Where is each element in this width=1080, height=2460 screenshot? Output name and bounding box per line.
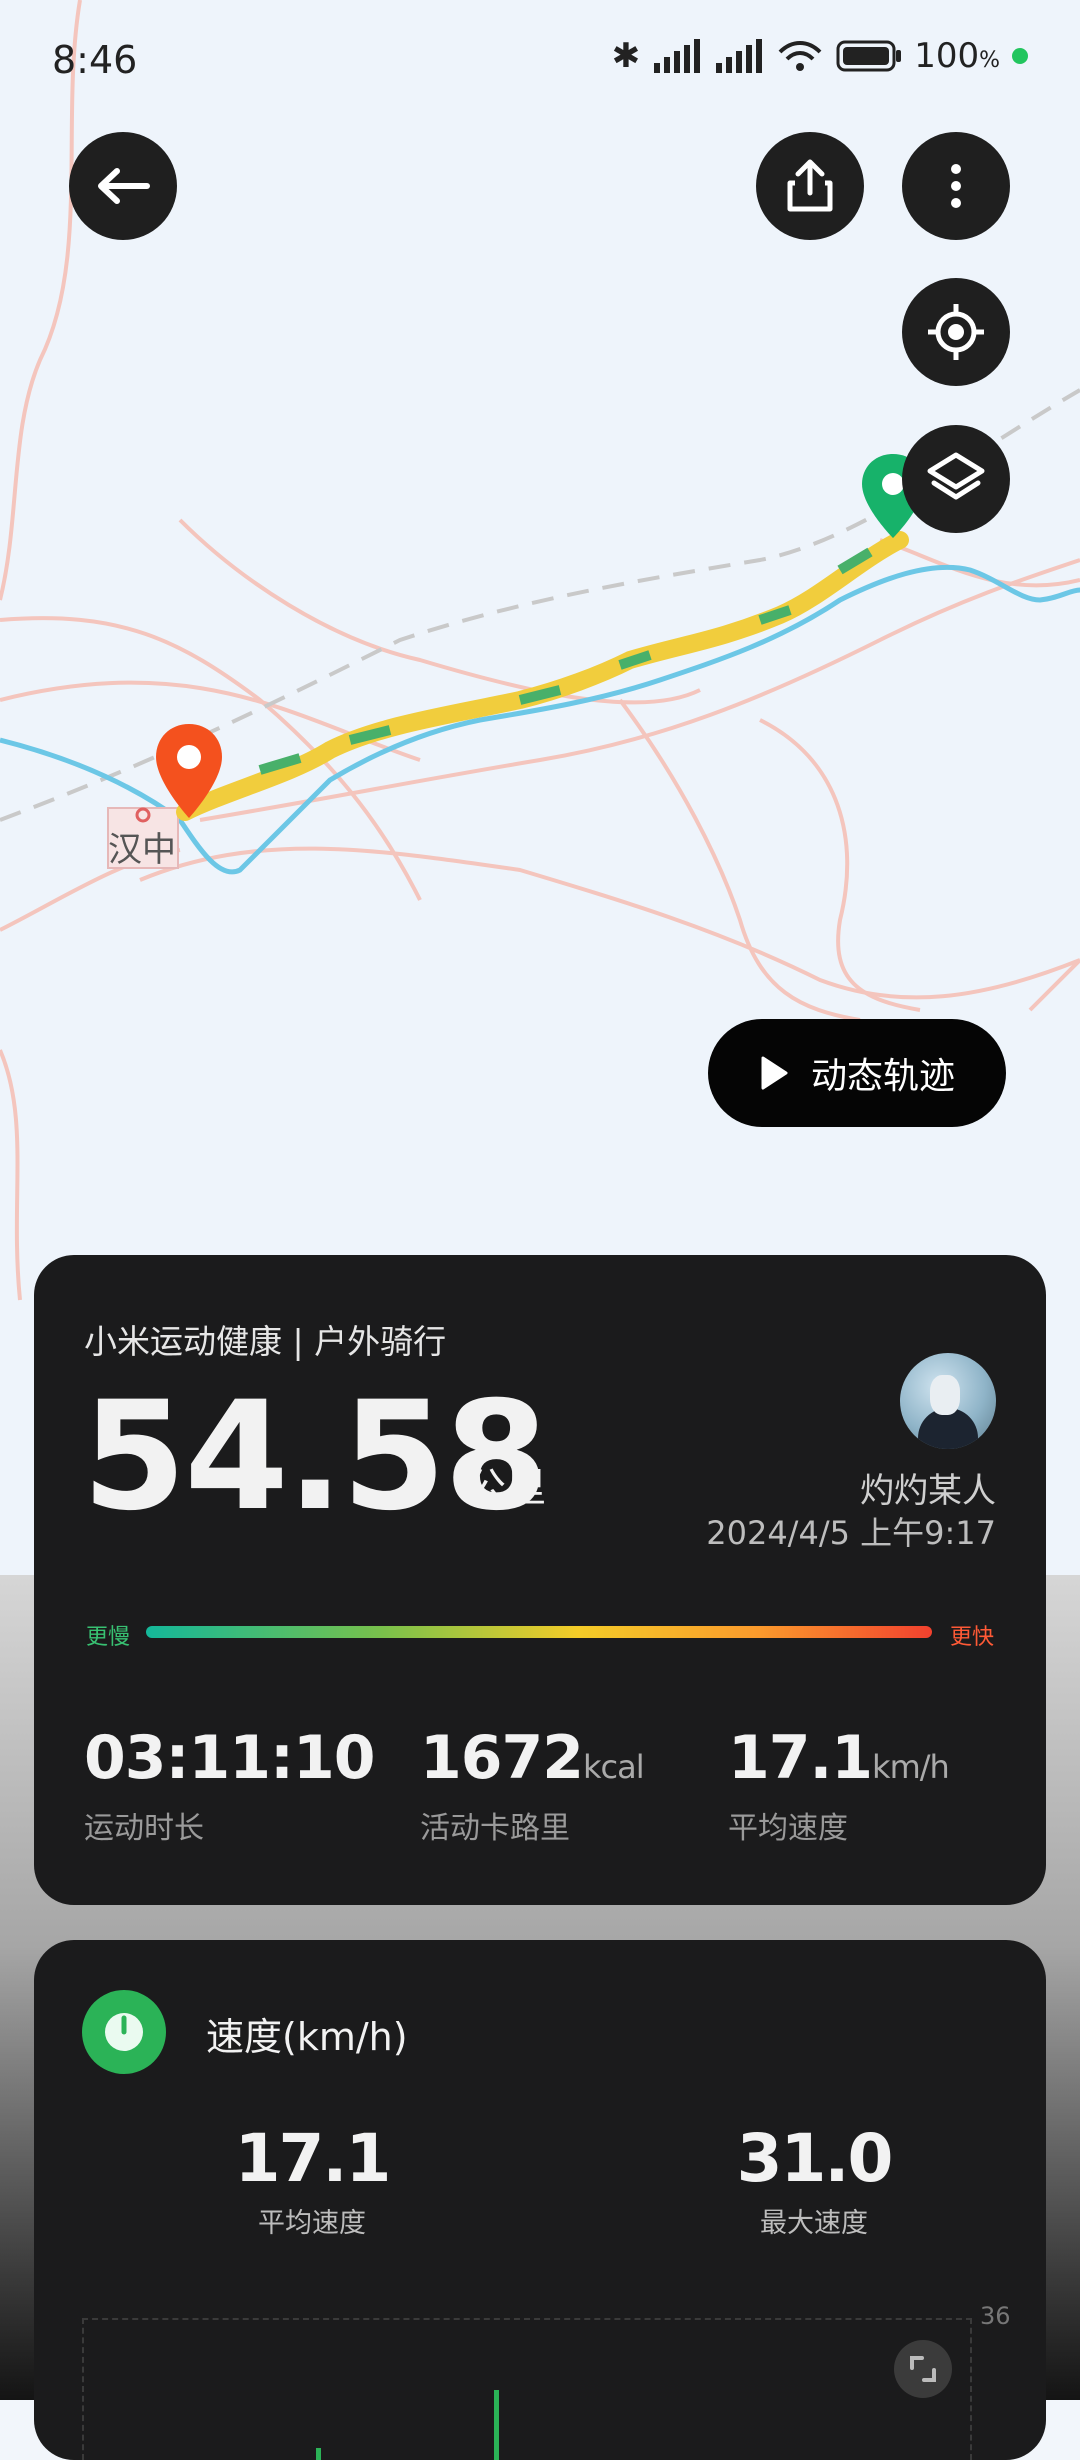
city-label: 汉中	[108, 830, 176, 870]
stat-unit: km/h	[872, 1748, 950, 1786]
share-button[interactable]	[756, 132, 864, 240]
play-icon	[761, 1056, 788, 1090]
legend-slower: 更慢	[86, 1625, 131, 1650]
map-road	[759, 718, 921, 1012]
share-icon	[787, 159, 833, 212]
route-fast-segments	[258, 547, 873, 775]
map-road	[618, 698, 861, 1022]
stat-duration: 03:11:10 运动时长	[84, 1723, 375, 1847]
stat-calories: 1672kcal 活动卡路里	[420, 1723, 645, 1847]
dynamic-track-label: 动态轨迹	[810, 1056, 955, 1097]
speed-chart[interactable]	[82, 2318, 972, 2460]
back-arrow-icon	[98, 168, 150, 204]
chart-max-tick: 36	[980, 2302, 1011, 2330]
layers-icon	[927, 452, 985, 500]
back-button[interactable]	[69, 132, 177, 240]
speed-card-title: 速度(km/h)	[206, 2015, 408, 2059]
speed-gradient-bar	[146, 1626, 932, 1638]
wifi-icon	[778, 41, 822, 71]
status-dot	[1012, 48, 1028, 64]
stat-unit: kcal	[583, 1748, 645, 1786]
bluetooth-icon: ✱	[611, 36, 641, 76]
stat-label: 平均速度	[728, 1811, 848, 1846]
map-road	[0, 1049, 22, 1301]
stat-value: 17.1	[728, 1723, 873, 1793]
speedometer-icon	[82, 1990, 166, 2074]
avg-speed-label: 平均速度	[258, 2208, 366, 2239]
battery-icon	[836, 40, 902, 72]
status-time: 8:46	[52, 38, 138, 82]
distance-unit: 公里	[466, 1465, 546, 1511]
route-track	[176, 531, 909, 821]
status-icons: ✱ 100%	[612, 36, 1028, 76]
signal-icon	[716, 39, 763, 73]
avg-speed-stat: 17.1 平均速度	[202, 2120, 422, 2240]
layers-button[interactable]	[902, 425, 1010, 533]
map-road	[879, 538, 1080, 588]
locate-icon	[928, 304, 984, 360]
map-road	[178, 518, 701, 705]
app-activity-label: 小米运动健康 | 户外骑行	[84, 1322, 447, 1361]
locate-button[interactable]	[902, 278, 1010, 386]
dynamic-track-button[interactable]: 动态轨迹	[708, 1019, 1006, 1127]
stat-label: 运动时长	[84, 1811, 204, 1846]
signal-icon	[654, 39, 701, 73]
max-speed-value: 31.0	[736, 2120, 894, 2197]
expand-icon	[910, 2356, 936, 2382]
more-button[interactable]	[902, 132, 1010, 240]
status-bar: 8:46 ✱ 100%	[0, 0, 1080, 130]
start-marker-icon	[156, 724, 222, 818]
stat-avg-speed: 17.1km/h 平均速度	[728, 1723, 950, 1847]
chart-spike	[494, 2390, 499, 2460]
stat-label: 活动卡路里	[420, 1811, 570, 1846]
max-speed-stat: 31.0 最大速度	[704, 2120, 924, 2240]
avg-speed-value: 17.1	[234, 2120, 392, 2197]
battery-percent: 100%	[914, 36, 1000, 76]
map-road	[139, 846, 1080, 1000]
summary-card: 小米运动健康 | 户外骑行 54.58 公里 灼灼某人 2024/4/5 上午9…	[34, 1255, 1046, 1905]
user-name: 灼灼某人	[860, 1471, 996, 1511]
legend-faster: 更快	[949, 1625, 994, 1650]
more-vertical-icon	[951, 164, 961, 208]
avatar[interactable]	[900, 1353, 996, 1449]
stat-value: 1672	[420, 1723, 584, 1793]
speed-card: 速度(km/h) 17.1 平均速度 31.0 最大速度 36	[34, 1940, 1046, 2460]
expand-chart-button[interactable]	[894, 2340, 952, 2398]
chart-spike	[316, 2448, 321, 2460]
max-speed-label: 最大速度	[760, 2208, 868, 2239]
stat-value: 03:11:10	[84, 1723, 375, 1793]
workout-date-time: 2024/4/5 上午9:17	[706, 1514, 996, 1552]
